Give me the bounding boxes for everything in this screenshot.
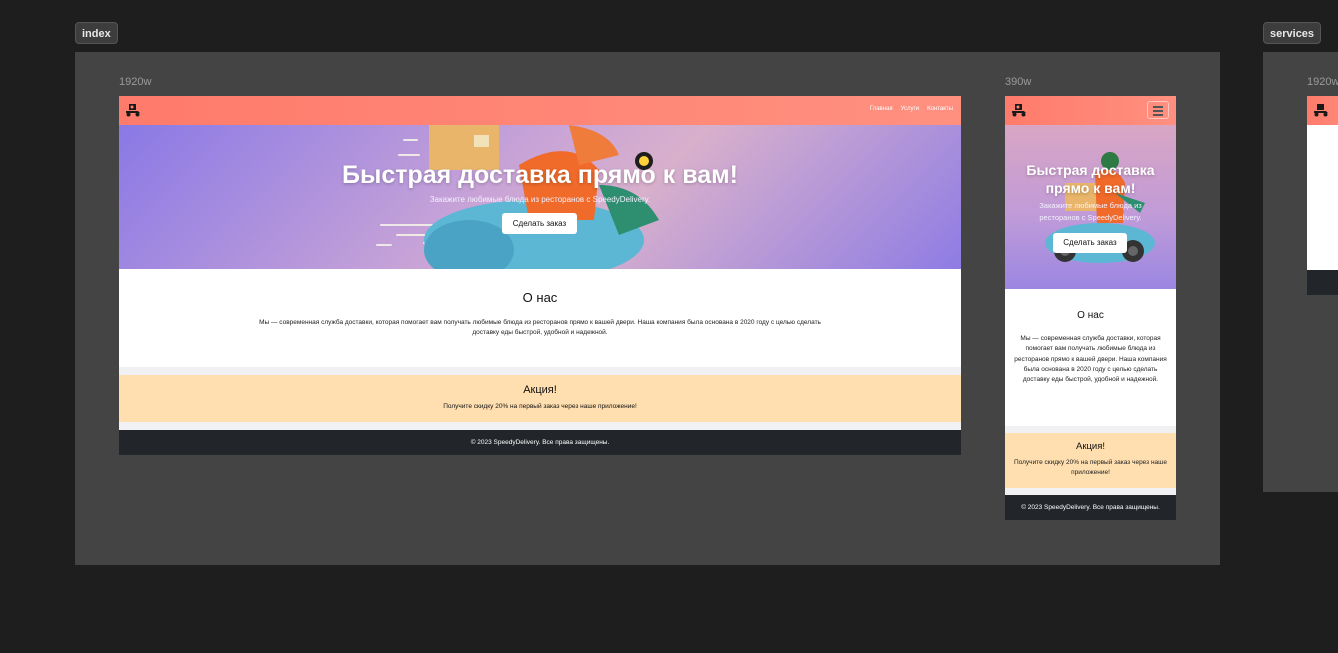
section-separator [1005,426,1176,433]
hero-subtitle: Закажите любимые блюда из ресторанов с S… [429,195,651,204]
scooter-logo-icon[interactable] [1011,103,1027,117]
navbar [1307,96,1338,125]
menu-icon[interactable] [1147,101,1169,119]
hero-title: Быстрая доставка прямо к вам! [342,161,738,189]
board-tag-services[interactable]: services [1263,22,1322,44]
nav-link-services[interactable]: Услуги [901,106,919,112]
navbar [1005,96,1176,125]
promo-text: Получите скидку 20% на первый заказ чере… [443,403,637,410]
about-title: О нас [522,290,558,305]
board-index: 1920w Главная Услуги Контакты Быстрая до… [75,52,1220,565]
order-button[interactable]: Сделать заказ [1053,233,1127,253]
section-separator [119,367,961,375]
frame-width-label-services: 1920w [1307,76,1338,88]
nav-links: Главная Услуги Контакты [870,106,953,112]
footer: © 2023 SpeedyDelivery. Все права защищен… [1005,495,1176,520]
services-desktop-frame[interactable] [1307,96,1338,295]
scooter-logo-icon[interactable] [125,103,141,117]
mobile-frame[interactable]: Быстрая доставка прямо к вам! Закажите л… [1005,96,1176,520]
promo-section: Акция! Получите скидку 20% на первый зак… [1005,433,1176,488]
nav-link-home[interactable]: Главная [870,106,893,112]
promo-section: Акция! Получите скидку 20% на первый зак… [119,375,961,422]
promo-text: Получите скидку 20% на первый заказ чере… [1014,459,1167,476]
footer: © 2023 SpeedyDelivery. Все права защищен… [119,430,961,455]
board-services: 1920w [1263,52,1338,492]
frame-width-label-mobile: 390w [1005,76,1032,88]
board-tag-index[interactable]: index [75,22,118,44]
section-separator [1005,488,1176,495]
frame-width-label-desktop: 1920w [119,76,152,88]
hero-section: Быстрая доставка прямо к вам! Закажите л… [119,125,961,269]
about-title: О нас [1077,310,1104,321]
about-text: Мы — современная служба доставки, котора… [259,319,821,336]
hero-title: Быстрая доставка прямо к вам! [1026,162,1155,196]
nav-link-contacts[interactable]: Контакты [927,106,953,112]
scooter-logo-icon[interactable] [1313,103,1329,117]
footer [1307,270,1338,295]
promo-title: Акция! [1075,441,1106,452]
hero-section: Быстрая доставка прямо к вам! Закажите л… [1005,125,1176,289]
navbar: Главная Услуги Контакты [119,96,961,125]
order-button[interactable]: Сделать заказ [502,213,577,234]
desktop-frame[interactable]: Главная Услуги Контакты Быстрая доставка… [119,96,961,455]
hero-subtitle: Закажите любимые блюда из ресторанов с S… [1039,201,1142,222]
about-text: Мы — современная служба доставки, котора… [1014,335,1167,384]
section-separator [119,422,961,430]
promo-title: Акция! [523,384,557,396]
